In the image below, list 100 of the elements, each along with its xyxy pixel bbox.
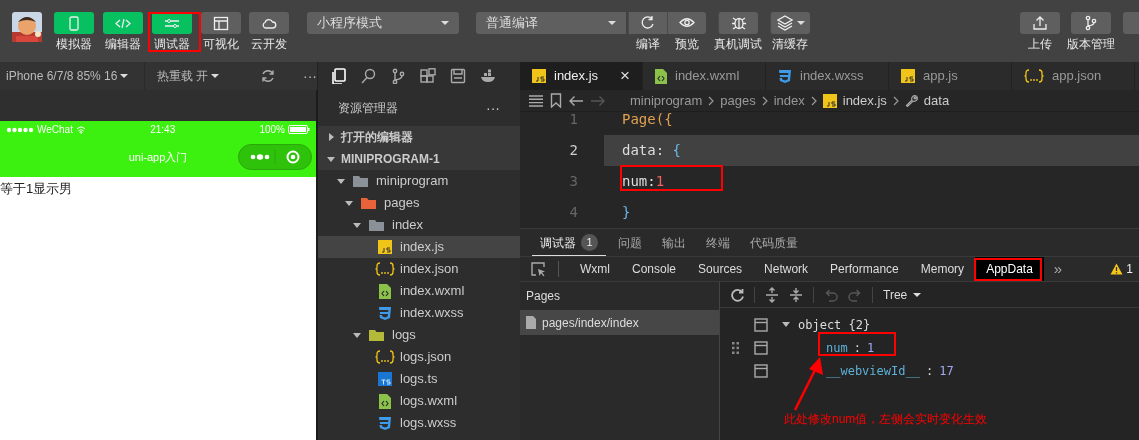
devtools-tab[interactable]: Performance xyxy=(819,257,910,281)
editor-tab[interactable]: index.js × xyxy=(520,62,643,90)
code-file-icon xyxy=(379,393,391,409)
code-line: num:1 xyxy=(622,172,665,191)
file-item[interactable]: logs.wxml xyxy=(318,390,520,412)
refresh-icon[interactable] xyxy=(730,287,744,302)
colon: : xyxy=(925,362,934,380)
bookmark-icon[interactable] xyxy=(550,93,562,108)
close-icon[interactable]: × xyxy=(620,63,630,89)
devtools-tab[interactable]: Console xyxy=(621,257,688,281)
ts-file-icon xyxy=(378,372,392,386)
whale-icon[interactable] xyxy=(480,68,496,84)
row-icon xyxy=(754,340,768,355)
mode-button[interactable] xyxy=(152,12,192,34)
button-label: 云开发 xyxy=(251,37,287,51)
file-item[interactable]: index.json xyxy=(318,258,520,280)
collapse-icon[interactable] xyxy=(789,286,803,303)
property-key[interactable]: __webviewId__ xyxy=(826,361,920,380)
code-line: } xyxy=(622,203,631,222)
hot-reload-dropdown[interactable]: 热重载 开 xyxy=(144,62,231,90)
property-value[interactable]: 1 xyxy=(866,338,875,357)
clock-time: 21:43 xyxy=(150,123,176,137)
section-header[interactable]: 打开的编辑器 xyxy=(318,126,520,148)
file-item[interactable]: logs.json xyxy=(318,346,520,368)
panel-tab[interactable]: 代码质量 xyxy=(742,228,806,257)
file-item[interactable]: index.wxml xyxy=(318,280,520,302)
property-value[interactable]: 17 xyxy=(939,361,954,380)
code-line: Page({ xyxy=(622,110,673,129)
search-icon[interactable] xyxy=(360,68,376,84)
file-item[interactable]: logs.wxss xyxy=(318,412,520,434)
view-dropdown[interactable]: Tree xyxy=(883,285,922,304)
colon: : xyxy=(853,339,861,357)
refresh-icon[interactable] xyxy=(261,69,275,83)
panel-title: 资源管理器 xyxy=(338,100,398,117)
folder-item[interactable]: miniprogram xyxy=(318,170,520,192)
caret-icon xyxy=(441,21,449,25)
toolbar-button[interactable] xyxy=(1020,12,1060,34)
toolbar-button[interactable] xyxy=(718,12,758,34)
panel-tab[interactable]: 问题 xyxy=(610,228,650,257)
panel-tab[interactable]: 调试器 1 xyxy=(532,228,606,257)
panel-tab[interactable]: 输出 xyxy=(654,228,694,257)
devtools-tab[interactable]: Wxml xyxy=(569,257,621,281)
toolbar-button[interactable] xyxy=(1071,12,1111,34)
line-number: 3 xyxy=(568,172,579,191)
more-button[interactable]: ··· xyxy=(486,97,500,119)
expand-icon[interactable] xyxy=(765,286,779,303)
toolbar-button[interactable] xyxy=(628,12,667,34)
code-file-icon xyxy=(379,283,391,299)
tree-node[interactable]: object {2} xyxy=(798,315,871,334)
file-item[interactable]: logs.ts xyxy=(318,368,520,390)
panel-title: Pages xyxy=(525,288,562,305)
property-key[interactable]: num xyxy=(826,338,848,357)
panel-tab[interactable]: 终端 xyxy=(698,228,738,257)
folder-item[interactable]: pages xyxy=(318,192,520,214)
code-line: data: { xyxy=(622,141,681,160)
breadcrumb-item[interactable]: index.js xyxy=(842,90,887,111)
extensions-icon[interactable] xyxy=(420,68,436,84)
mode-button[interactable] xyxy=(201,12,241,34)
section-header[interactable]: MINIPROGRAM-1 xyxy=(318,148,520,170)
breadcrumb-item[interactable]: data xyxy=(923,90,950,111)
breadcrumb-item[interactable]: index xyxy=(773,90,805,111)
phone-icon xyxy=(66,15,82,31)
capsule-menu-icon[interactable] xyxy=(238,144,312,170)
branch-icon[interactable] xyxy=(390,68,406,84)
list-icon[interactable] xyxy=(528,93,544,108)
json-file-icon xyxy=(1024,69,1044,83)
branch-icon xyxy=(1083,15,1099,31)
button-label: 清缓存 xyxy=(772,37,808,51)
folder-item[interactable]: logs xyxy=(318,324,520,346)
chevron-icon xyxy=(708,95,715,106)
breadcrumb-item[interactable]: miniprogram xyxy=(630,90,703,111)
js-file-icon xyxy=(901,69,915,83)
button-label: 编译 xyxy=(635,37,660,51)
highlight-box xyxy=(148,12,201,52)
file-item[interactable]: index.js xyxy=(318,236,520,258)
devtools-tab[interactable]: Memory xyxy=(909,257,976,281)
toolbar-button[interactable] xyxy=(770,12,810,34)
file-item[interactable]: index.wxss xyxy=(318,302,520,324)
warning-count: 1 xyxy=(1126,261,1133,278)
file-icon xyxy=(526,316,536,329)
compile-dropdown[interactable]: 普通编译 xyxy=(476,12,626,34)
mode-dropdown[interactable]: 小程序模式 xyxy=(307,12,459,34)
json-file-icon xyxy=(375,262,395,276)
devtools-tab[interactable]: Network xyxy=(753,257,820,281)
mode-button[interactable] xyxy=(249,12,289,34)
more-tabs-button[interactable]: » xyxy=(1053,257,1063,281)
button-label: 可视化 xyxy=(203,37,239,51)
more-button[interactable]: ··· xyxy=(303,65,317,87)
drag-handle-icon[interactable] xyxy=(732,341,739,354)
folder-item[interactable]: index xyxy=(318,214,520,236)
button-label: 版本管理 xyxy=(1067,37,1115,51)
files-icon[interactable] xyxy=(330,68,346,84)
devtools-tab[interactable]: Sources xyxy=(687,257,754,281)
breadcrumb-item[interactable]: pages xyxy=(720,90,756,111)
back-arrow-icon[interactable] xyxy=(568,94,584,107)
page-item[interactable]: pages/index/index xyxy=(520,310,719,335)
upload-icon xyxy=(1032,15,1048,31)
save-icon[interactable] xyxy=(450,68,466,84)
toolbar-button[interactable] xyxy=(667,12,706,34)
inspect-icon[interactable] xyxy=(530,261,546,277)
